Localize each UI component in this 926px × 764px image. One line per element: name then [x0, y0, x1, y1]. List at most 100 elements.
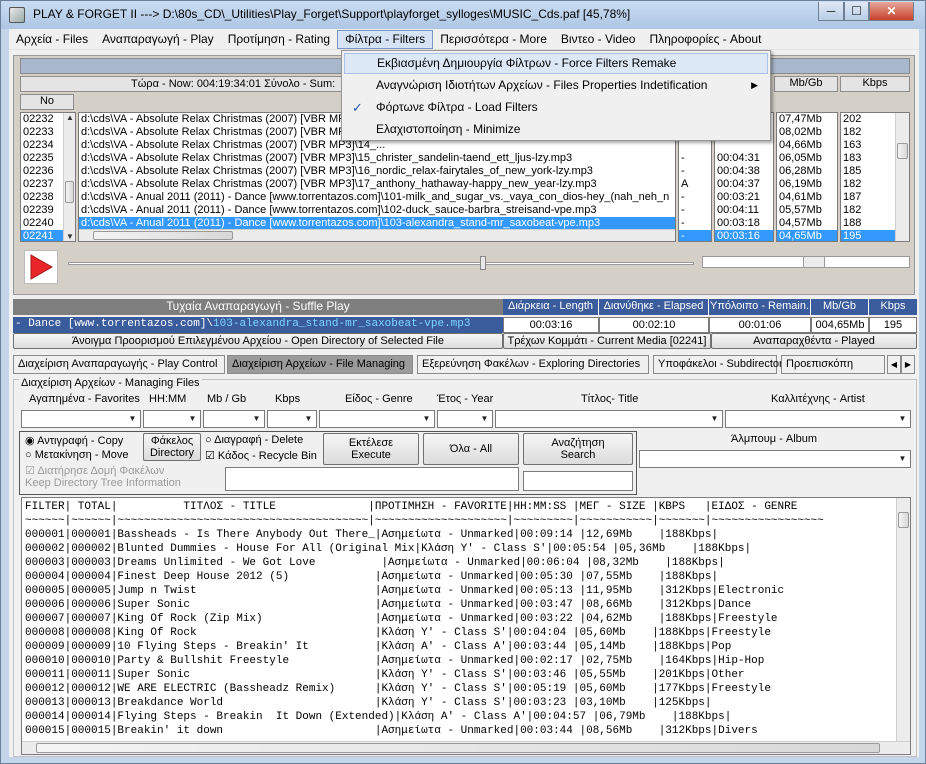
tab-subdirectories[interactable]: Υποφάκελοι - Subdirectories [653, 355, 797, 374]
kbps-combo[interactable]: ▼ [267, 410, 317, 428]
dropdown-arrow-icon[interactable]: ▼ [301, 411, 316, 427]
playlist-time[interactable]: 00:04:11 [715, 204, 773, 217]
menu-video[interactable]: Βιντεο - Video [554, 30, 643, 49]
hhmm-combo[interactable]: ▼ [143, 410, 201, 428]
results-row[interactable]: 000009|000009|10 Flying Steps - Breakin'… [25, 640, 910, 654]
results-row[interactable]: 000014|000014|Flying Steps - Breakin It … [25, 710, 910, 724]
playlist-size[interactable]: 07,47Mb [777, 113, 837, 126]
number-scrollbar[interactable]: ▲ ▼ [63, 113, 75, 241]
playlist-path[interactable]: d:\cds\VA - Absolute Relax Christmas (20… [79, 165, 675, 178]
title-bar[interactable]: PLAY & FORGET II ---> D:\80s_CD\_Utiliti… [1, 1, 925, 29]
position-slider[interactable] [68, 262, 694, 265]
year-combo[interactable]: ▼ [437, 410, 493, 428]
open-directory-button[interactable]: Άνοιγμα Προορισμού Επιλεγμένου Αρχείου -… [13, 333, 503, 349]
genre-combo[interactable]: ▼ [319, 410, 435, 428]
delete-radio[interactable]: ○ Διαγραφή - Delete [205, 434, 303, 446]
mbgb-combo[interactable]: ▼ [203, 410, 265, 428]
menu-files[interactable]: Αρχεία - Files [9, 30, 95, 49]
playlist-size[interactable]: 06,05Mb [777, 152, 837, 165]
number-scroll-thumb[interactable] [65, 181, 74, 203]
playlist-size[interactable]: 06,19Mb [777, 178, 837, 191]
results-row[interactable]: 000003|000003|Dreams Unlimited - We Got … [25, 556, 910, 570]
minimize-button[interactable]: ─ [818, 2, 844, 21]
results-list[interactable]: FILTER| TOTAL| ΤΙΤΛΟΣ - TITLE |ΠΡΟΤΙΜΗΣΗ… [21, 497, 911, 755]
position-slider-thumb[interactable] [480, 256, 486, 270]
results-row[interactable]: 000007|000007|King Of Rock (Zip Mix) |Ασ… [25, 612, 910, 626]
playlist-flag[interactable]: - [679, 165, 711, 178]
app-icon[interactable] [9, 7, 25, 23]
tab-preview[interactable]: Προεπισκόπη [781, 355, 885, 374]
search-input[interactable] [523, 471, 633, 491]
playlist-time[interactable]: 00:04:31 [715, 152, 773, 165]
playlist-size[interactable]: 04,57Mb [777, 217, 837, 230]
menu-rating[interactable]: Προτίμηση - Rating [221, 30, 337, 49]
search-button[interactable]: Αναζήτηση Search [523, 433, 633, 465]
playlist-size[interactable]: 04,65Mb [777, 230, 837, 241]
kbps-scroll-thumb[interactable] [897, 143, 908, 159]
recycle-checkbox[interactable]: ☑ Κάδος - Recycle Bin [205, 449, 317, 462]
playlist-time[interactable]: 00:03:18 [715, 217, 773, 230]
favorites-combo[interactable]: ▼ [21, 410, 141, 428]
menuitem-minimize[interactable]: Ελαχιστοποίηση - Minimize [344, 119, 768, 140]
number-list[interactable]: 02232 02233 02234 02235 02236 02237 02238 02239… [20, 112, 76, 242]
menu-play[interactable]: Αναπαραγωγή - Play [95, 30, 221, 49]
dropdown-arrow-icon[interactable]: ▼ [895, 411, 910, 427]
results-row[interactable]: 000006|000006|Super Sonic |Ασημείωτα - U… [25, 598, 910, 612]
path-hscrollbar[interactable] [79, 229, 675, 241]
title-combo[interactable]: ▼ [495, 410, 723, 428]
menu-filters[interactable]: Φίλτρα - Filters [337, 29, 434, 49]
play-button[interactable] [24, 250, 58, 284]
playlist-flag[interactable]: A [679, 178, 711, 191]
results-row[interactable]: 000012|000012|WE ARE ELECTRIC (Bassheadz… [25, 682, 910, 696]
destination-field[interactable] [225, 467, 519, 491]
directory-button[interactable]: Φάκελος Directory [143, 433, 201, 461]
execute-button[interactable]: Εκτέλεσε Execute [323, 433, 419, 465]
playlist-time[interactable]: 00:03:21 [715, 191, 773, 204]
kbps-scrollbar[interactable] [895, 113, 909, 241]
dropdown-arrow-icon[interactable]: ▼ [125, 411, 140, 427]
results-row[interactable]: 000011|000011|Super Sonic |Κλάση Υ' - Cl… [25, 668, 910, 682]
playlist-size[interactable]: 06,28Mb [777, 165, 837, 178]
copy-radio[interactable]: ◉ Αντιγραφή - Copy [25, 434, 123, 447]
kbps-list[interactable]: 202 182 163 183 185 182 187 182 188 195 [840, 112, 910, 242]
results-row[interactable]: 000010|000010|Party & Bullshit Freestyle… [25, 654, 910, 668]
playlist-path[interactable]: d:\cds\VA - Absolute Relax Christmas (20… [79, 152, 675, 165]
played-button[interactable]: Αναπαραχθέντα - Played [711, 333, 917, 349]
playlist-path[interactable]: d:\cds\VA - Absolute Relax Christmas (20… [79, 178, 675, 191]
results-row[interactable]: 000015|000015|Breakin' it down |Ασημείωτ… [25, 724, 910, 738]
results-hscrollbar[interactable] [22, 741, 910, 754]
dropdown-arrow-icon[interactable]: ▼ [419, 411, 434, 427]
path-hscroll-thumb[interactable] [93, 231, 233, 240]
current-media-button[interactable]: Τρέχων Κομμάτι - Current Media [02241] [503, 333, 711, 349]
playlist-flag[interactable]: - [679, 204, 711, 217]
dropdown-arrow-icon[interactable]: ▼ [185, 411, 200, 427]
playlist-size[interactable]: 04,61Mb [777, 191, 837, 204]
playlist-size[interactable]: 08,02Mb [777, 126, 837, 139]
dropdown-arrow-icon[interactable]: ▼ [477, 411, 492, 427]
tab-file-managing[interactable]: Διαχείριση Αρχείων - File Managing [227, 355, 413, 374]
volume-slider-thumb[interactable] [803, 257, 825, 267]
playlist-size[interactable]: 05,57Mb [777, 204, 837, 217]
playlist-flag[interactable]: - [679, 217, 711, 230]
volume-slider[interactable] [702, 256, 910, 268]
menu-about[interactable]: Πληροφορίες - About [642, 30, 768, 49]
dropdown-arrow-icon[interactable]: ▼ [249, 411, 264, 427]
results-row[interactable]: 000013|000013|Breakdance World |Κλάση Υ'… [25, 696, 910, 710]
playlist-time[interactable]: 00:04:37 [715, 178, 773, 191]
menuitem-load-filters[interactable]: ✓ Φόρτωνε Φίλτρα - Load Filters [344, 97, 768, 118]
results-row[interactable]: 000005|000005|Jump n Twist |Ασημείωτα - … [25, 584, 910, 598]
playlist-time[interactable]: 00:04:38 [715, 165, 773, 178]
menu-more[interactable]: Περισσότερα - More [433, 30, 554, 49]
scroll-down-icon[interactable]: ▼ [64, 232, 75, 241]
playlist-path[interactable]: d:\cds\VA - Anual 2011 (2011) - Dance [w… [79, 204, 675, 217]
all-button[interactable]: Όλα - All [423, 433, 519, 465]
results-row[interactable]: 000008|000008|King Of Rock |Κλάση Υ' - C… [25, 626, 910, 640]
menuitem-files-properties[interactable]: Αναγνώριση Ιδιοτήτων Αρχείων - Files Pro… [344, 75, 768, 96]
keep-tree-checkbox[interactable]: ☑ Διατήρησε Δομή Φακέλων Keep Directory … [25, 465, 181, 489]
tab-exploring-directories[interactable]: Εξερεύνηση Φακέλων - Exploring Directori… [417, 355, 649, 374]
results-hscroll-thumb[interactable] [36, 743, 880, 753]
results-scroll-thumb[interactable] [898, 512, 909, 528]
tab-scroll-right-icon[interactable]: ▶ [901, 355, 915, 374]
playlist-path[interactable]: d:\cds\VA - Anual 2011 (2011) - Dance [w… [79, 191, 675, 204]
playlist-time[interactable]: 00:03:16 [715, 230, 773, 241]
